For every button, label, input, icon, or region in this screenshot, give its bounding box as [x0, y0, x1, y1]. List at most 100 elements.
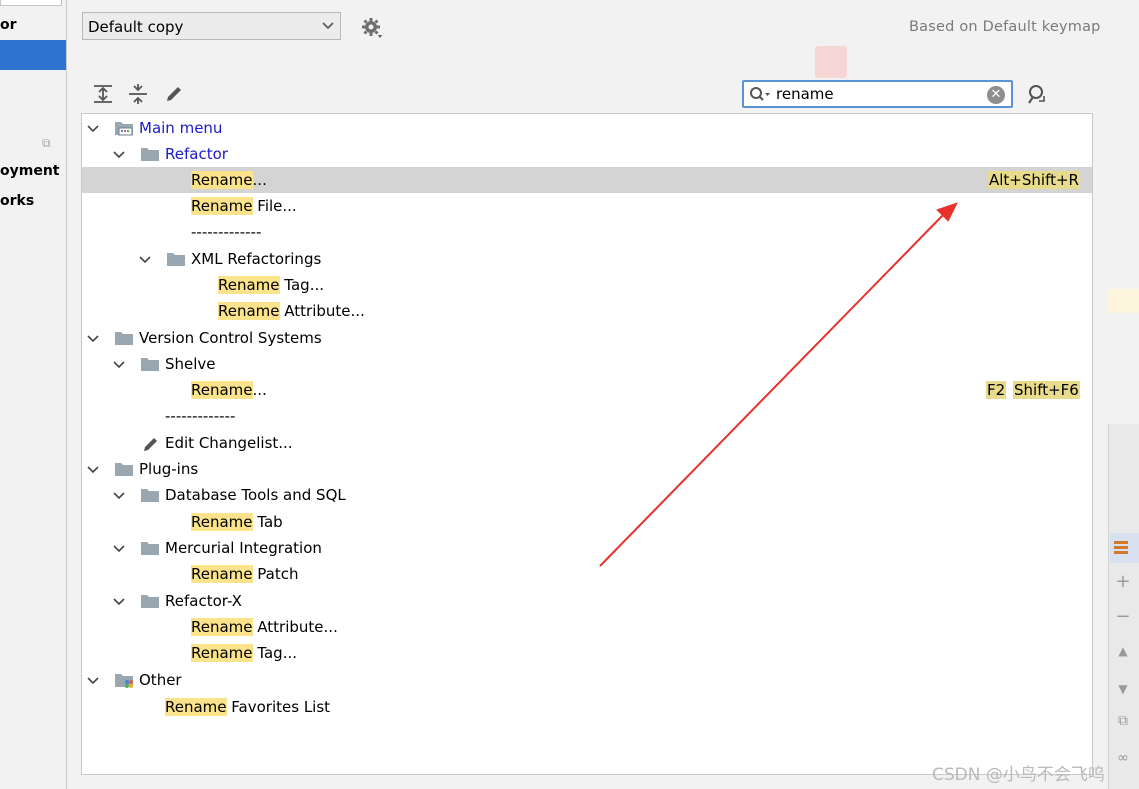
remove-icon[interactable]: −: [1112, 606, 1134, 627]
chevron-down-icon[interactable]: [139, 253, 151, 265]
tree-action-rename-file[interactable]: Rename File...: [82, 193, 1092, 219]
tree-label: Shelve: [165, 355, 216, 373]
chevron-down-icon[interactable]: [113, 489, 125, 501]
search-match: Rename: [191, 197, 253, 215]
watermark: CSDN @小鸟不会飞呜: [932, 765, 1105, 785]
tree-node-vcs[interactable]: Version Control Systems: [82, 325, 1092, 351]
sidebar-item-deployment[interactable]: oyment: [0, 163, 60, 179]
tree-action-rename-tab[interactable]: Rename Tab: [82, 509, 1092, 535]
shortcut-badge: Shift+F6: [1013, 381, 1080, 399]
clear-search-icon[interactable]: ✕: [987, 86, 1005, 104]
search-input[interactable]: [776, 84, 976, 104]
tree-label: Rename Attribute...: [218, 302, 365, 320]
chevron-down-icon[interactable]: [87, 463, 99, 475]
shortcut-badge: F2: [986, 381, 1007, 399]
search-match: Rename: [191, 618, 253, 636]
tree-node-database-tools[interactable]: Database Tools and SQL: [82, 482, 1092, 508]
folder-icon: [141, 489, 159, 502]
chevron-down-icon[interactable]: [87, 332, 99, 344]
tree-label: Rename Tab: [191, 513, 283, 531]
tree-node-other[interactable]: Other: [82, 667, 1092, 693]
tree-label: Database Tools and SQL: [165, 486, 346, 504]
collapse-all-icon[interactable]: [127, 83, 149, 105]
tree-label: Rename Tag...: [218, 276, 324, 294]
tree-label: Plug-ins: [139, 460, 199, 478]
chevron-down-icon[interactable]: [113, 542, 125, 554]
tree-action-edit-changelist[interactable]: Edit Changelist...: [82, 430, 1092, 456]
search-match: Rename: [218, 302, 280, 320]
tree-node-refactor[interactable]: Refactor: [82, 141, 1092, 167]
tree-node-main-menu[interactable]: Main menu: [82, 115, 1092, 141]
move-down-icon[interactable]: ▼: [1112, 682, 1134, 696]
tree-action-rename-favorites[interactable]: Rename Favorites List: [82, 694, 1092, 720]
folder-icon: [115, 332, 133, 345]
search-match: Rename: [191, 171, 253, 189]
keymap-actions-tree: Main menu Refactor Rename... Alt+Shift+R…: [81, 113, 1093, 775]
search-highlight-ghost: [815, 46, 847, 78]
folder-icon: [115, 463, 133, 476]
expand-all-icon[interactable]: [92, 83, 114, 105]
tree-label: Main menu: [139, 119, 223, 137]
tree-label: Other: [139, 671, 182, 689]
sidebar-item-keymap-selected[interactable]: [0, 40, 66, 70]
chevron-down-icon[interactable]: [113, 148, 125, 160]
chevron-down-icon[interactable]: [113, 358, 125, 370]
folder-icon: [141, 148, 159, 161]
tree-label: Rename File...: [191, 197, 297, 215]
tree-separator: -------------: [165, 407, 236, 425]
tree-node-mercurial[interactable]: Mercurial Integration: [82, 535, 1092, 561]
tree-action-rename[interactable]: Rename... Alt+Shift+R: [82, 167, 1092, 193]
sidebar-search-field[interactable]: [0, 0, 62, 6]
tree-node-xml-refactorings[interactable]: XML Refactorings: [82, 246, 1092, 272]
sidebar-item-frameworks[interactable]: orks: [0, 193, 34, 209]
tree-action-rx-rename-attribute[interactable]: Rename Attribute...: [82, 614, 1092, 640]
add-icon[interactable]: +: [1112, 571, 1134, 592]
copy-icon: ⧉: [42, 136, 51, 150]
tree-action-rename-tag[interactable]: Rename Tag...: [82, 272, 1092, 298]
keymap-dropdown[interactable]: Default copy: [82, 12, 341, 40]
copy-icon[interactable]: ⧉: [1112, 713, 1134, 729]
based-on-label: Based on Default keymap: [909, 19, 1101, 35]
tree-label: Rename Favorites List: [165, 698, 331, 716]
tree-label: Refactor-X: [165, 592, 242, 610]
tree-action-rx-rename-tag[interactable]: Rename Tag...: [82, 640, 1092, 666]
chevron-down-icon[interactable]: [87, 122, 99, 134]
tree-action-rename-patch[interactable]: Rename Patch: [82, 561, 1092, 587]
chevron-down-icon[interactable]: [113, 595, 125, 607]
chevron-down-icon: [322, 22, 334, 30]
list-icon: [1114, 541, 1128, 554]
tree-node-plugins[interactable]: Plug-ins: [82, 456, 1092, 482]
folder-icon: [141, 595, 159, 608]
tree-node-refactor-x[interactable]: Refactor-X: [82, 588, 1092, 614]
folder-icon: [141, 358, 159, 371]
tree-label: XML Refactorings: [191, 250, 322, 268]
tree-action-shelve-rename[interactable]: Rename... F2 Shift+F6: [82, 377, 1092, 403]
search-field[interactable]: ✕: [742, 80, 1013, 108]
gear-icon[interactable]: [361, 17, 383, 39]
pencil-icon: [144, 438, 157, 451]
tree-label: Edit Changelist...: [165, 434, 293, 452]
tree-action-rename-attribute[interactable]: Rename Attribute...: [82, 298, 1092, 324]
settings-sidebar: or ⧉ oyment orks: [0, 0, 67, 789]
keymap-selected-value: Default copy: [88, 18, 184, 36]
search-match: Rename: [191, 381, 253, 399]
tree-label: Version Control Systems: [139, 329, 322, 347]
tree-node-shelve[interactable]: Shelve: [82, 351, 1092, 377]
tree-label: Rename...: [191, 171, 267, 189]
folder-icon: [167, 253, 185, 266]
chevron-down-icon[interactable]: [87, 674, 99, 686]
tree-label: Refactor: [165, 145, 228, 163]
edit-pencil-icon[interactable]: [163, 83, 185, 105]
folder-icon: [141, 542, 159, 555]
search-match: Rename: [191, 644, 253, 662]
glasses-icon[interactable]: ∞: [1112, 750, 1134, 766]
search-match: Rename: [218, 276, 280, 294]
search-match: Rename: [165, 698, 227, 716]
sidebar-item-editor[interactable]: or: [0, 17, 17, 33]
search-match: Rename: [191, 565, 253, 583]
search-match: Rename: [191, 513, 253, 531]
tool-window-tab[interactable]: [1110, 533, 1139, 563]
shortcut-badge: Alt+Shift+R: [988, 171, 1080, 189]
move-up-icon[interactable]: ▲: [1112, 644, 1134, 658]
find-by-shortcut-icon[interactable]: [1024, 83, 1048, 105]
